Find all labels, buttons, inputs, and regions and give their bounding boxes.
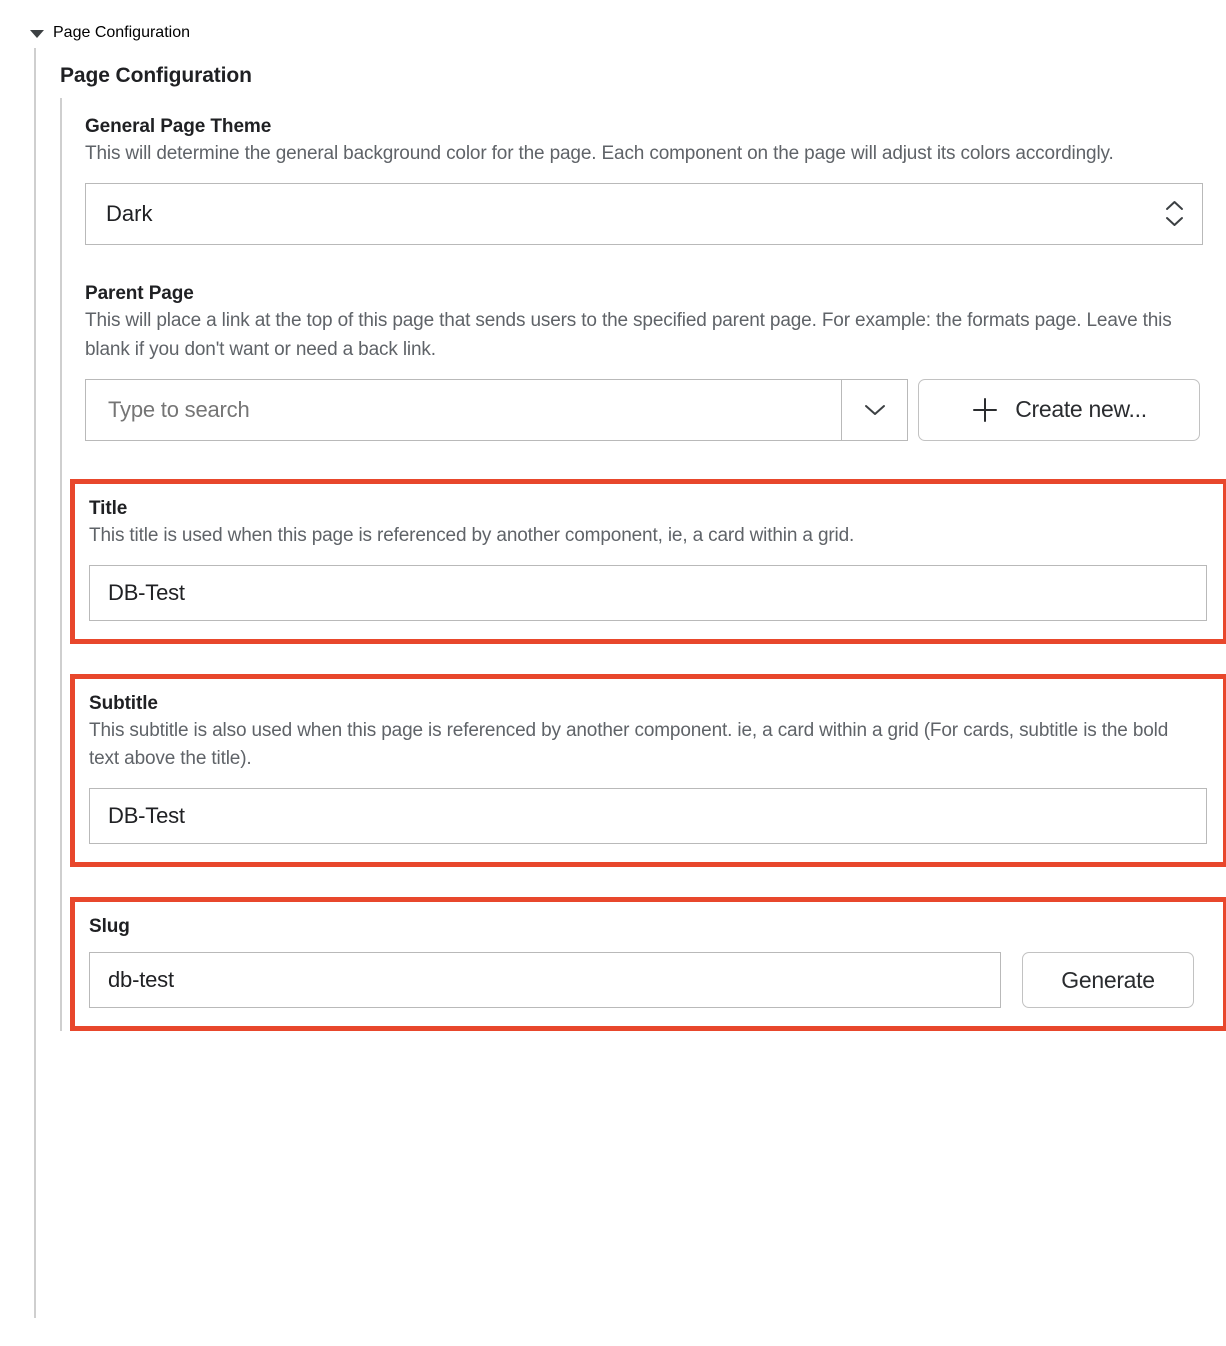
slug-label: Slug — [89, 916, 130, 938]
parent-page-dropdown-button[interactable] — [842, 378, 908, 441]
parent-page-label: Parent Page — [85, 282, 194, 304]
chevron-down-icon — [864, 404, 885, 415]
triangle-down-icon[interactable] — [30, 30, 44, 38]
general-page-theme-control-row: Dark — [85, 182, 1226, 245]
title-description: This title is used when this page is ref… — [89, 524, 855, 546]
general-page-theme-label: General Page Theme — [85, 116, 272, 137]
create-new-button[interactable]: Create new... — [918, 378, 1200, 441]
disclosure-title: Page Configuration — [53, 24, 190, 41]
parent-page-control-row: Create new... — [85, 378, 1226, 441]
field-slug: Slug Generate — [70, 897, 1226, 1032]
create-new-button-label: Create new... — [1015, 396, 1147, 423]
field-parent-page: Parent Page This will place a link at th… — [85, 283, 1226, 441]
parent-page-description: This will place a link at the top of thi… — [85, 309, 1172, 360]
page-configuration-group: Page Configuration General Page Theme Th… — [34, 48, 1226, 1318]
field-title: Title This title is used when this page … — [70, 478, 1226, 644]
field-subtitle: Subtitle This subtitle is also used when… — [70, 673, 1226, 868]
general-page-theme-select[interactable]: Dark — [85, 182, 1203, 245]
subtitle-label: Subtitle — [89, 692, 158, 714]
title-control-row — [89, 564, 1209, 621]
title-label: Title — [89, 497, 128, 519]
parent-page-search-input[interactable] — [85, 378, 842, 441]
slug-control-row: Generate — [89, 952, 1209, 1009]
general-page-theme-description: This will determine the general backgrou… — [85, 143, 1114, 164]
field-general-page-theme: General Page Theme This will determine t… — [85, 116, 1226, 245]
page-configuration-fields: General Page Theme This will determine t… — [60, 98, 1226, 1032]
general-page-theme-selected-value: Dark — [106, 200, 153, 226]
group-title: Page Configuration — [60, 64, 252, 87]
plus-icon — [973, 397, 998, 422]
page-configuration-panel: Page Configuration Page Configuration Ge… — [0, 0, 1226, 1346]
generate-slug-button[interactable]: Generate — [1022, 952, 1194, 1009]
title-input[interactable] — [89, 564, 1207, 621]
page-configuration-disclosure-header[interactable]: Page Configuration — [0, 18, 1226, 48]
subtitle-control-row — [89, 788, 1209, 845]
slug-input[interactable] — [89, 952, 1001, 1009]
subtitle-description: This subtitle is also used when this pag… — [89, 719, 1169, 770]
chevron-up-down-icon[interactable] — [1165, 200, 1184, 227]
subtitle-input[interactable] — [89, 788, 1207, 845]
generate-slug-button-label: Generate — [1061, 966, 1155, 993]
